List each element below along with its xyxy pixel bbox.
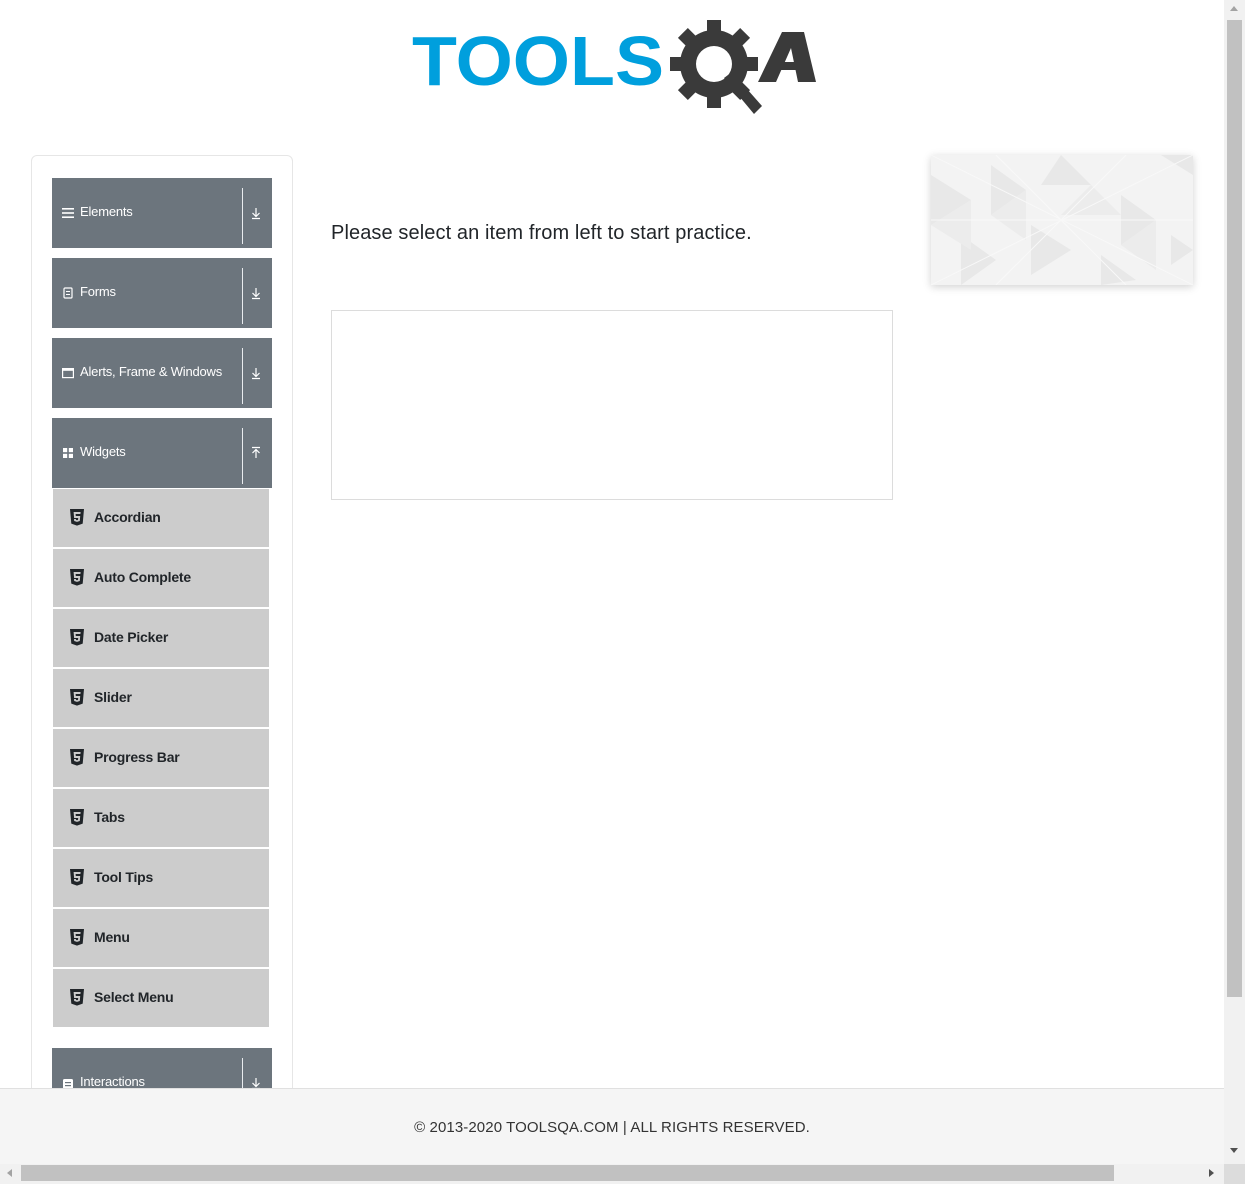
scroll-up-arrow-icon[interactable]	[1230, 6, 1238, 11]
menu-item-label: Accordian	[94, 509, 161, 525]
ad-banner[interactable]	[931, 155, 1193, 285]
scroll-down-arrow-icon[interactable]	[1230, 1148, 1238, 1153]
horizontal-scroll-thumb[interactable]	[21, 1165, 1114, 1181]
group-header-widgets[interactable]: Widgets	[52, 418, 272, 488]
logo-text-tools: TOOLS	[412, 22, 664, 100]
horizontal-scrollbar[interactable]	[0, 1164, 1224, 1184]
vertical-scrollbar[interactable]	[1224, 0, 1245, 1164]
html5-icon	[70, 509, 84, 526]
menu-item-auto-complete[interactable]: Auto Complete	[53, 549, 269, 607]
intro-text: Please select an item from left to start…	[331, 222, 752, 244]
html5-icon	[70, 689, 84, 706]
arrow-down-icon[interactable]	[250, 206, 262, 220]
html5-icon	[70, 569, 84, 586]
html5-icon	[70, 629, 84, 646]
menu-item-label: Progress Bar	[94, 749, 180, 765]
group-label: Forms	[80, 284, 116, 299]
group-header-elements[interactable]: Elements	[52, 178, 272, 248]
menu-item-tool-tips[interactable]: Tool Tips	[53, 849, 269, 907]
banner-pattern	[931, 155, 1193, 285]
menu-item-label: Tool Tips	[94, 869, 154, 885]
menu-item-date-picker[interactable]: Date Picker	[53, 609, 269, 667]
vertical-scroll-thumb[interactable]	[1227, 20, 1242, 997]
divider	[242, 348, 243, 404]
scroll-left-arrow-icon[interactable]	[7, 1169, 12, 1177]
menu-item-label: Slider	[94, 689, 132, 705]
divider	[242, 188, 243, 244]
html5-icon	[70, 749, 84, 766]
scroll-right-arrow-icon[interactable]	[1209, 1169, 1214, 1177]
group-label: Interactions	[80, 1074, 145, 1089]
left-panel: Elements Forms Alerts, Frame & Windows W…	[31, 155, 293, 1115]
divider	[242, 428, 243, 484]
group-header-alerts-frame-windows[interactable]: Alerts, Frame & Windows	[52, 338, 272, 408]
menu-item-accordian[interactable]: Accordian	[53, 489, 269, 547]
menu-item-slider[interactable]: Slider	[53, 669, 269, 727]
widgets-menu-list: Accordian Auto Complete Date Picker Slid…	[53, 489, 269, 1029]
menu-item-label: Auto Complete	[94, 569, 191, 585]
menu-item-select-menu[interactable]: Select Menu	[53, 969, 269, 1027]
divider	[242, 268, 243, 324]
menu-item-label: Tabs	[94, 809, 125, 825]
window-icon	[62, 368, 74, 379]
menu-item-tabs[interactable]: Tabs	[53, 789, 269, 847]
logo-letter-a	[758, 32, 816, 82]
html5-icon	[70, 869, 84, 886]
scrollbar-corner	[1224, 1164, 1245, 1184]
list-icon	[62, 208, 74, 218]
footer-copyright: © 2013-2020 TOOLSQA.COM | ALL RIGHTS RES…	[414, 1119, 810, 1136]
arrow-down-icon[interactable]	[250, 286, 262, 300]
menu-item-label: Date Picker	[94, 629, 169, 645]
group-label: Widgets	[80, 444, 126, 459]
arrow-down-icon[interactable]	[250, 366, 262, 380]
html5-icon	[70, 989, 84, 1006]
content-box	[331, 310, 893, 500]
group-header-forms[interactable]: Forms	[52, 258, 272, 328]
html5-icon	[70, 809, 84, 826]
gear-icon	[670, 20, 762, 114]
toolsqa-logo[interactable]: TOOLS	[412, 18, 816, 114]
group-label: Alerts, Frame & Windows	[80, 364, 223, 379]
form-icon	[63, 287, 73, 299]
arrow-up-icon[interactable]	[250, 446, 262, 460]
grid-icon	[63, 448, 73, 458]
menu-item-progress-bar[interactable]: Progress Bar	[53, 729, 269, 787]
menu-item-label: Menu	[94, 929, 130, 945]
menu-item-menu[interactable]: Menu	[53, 909, 269, 967]
html5-icon	[70, 929, 84, 946]
menu-item-label: Select Menu	[94, 989, 174, 1005]
group-label: Elements	[80, 204, 133, 219]
